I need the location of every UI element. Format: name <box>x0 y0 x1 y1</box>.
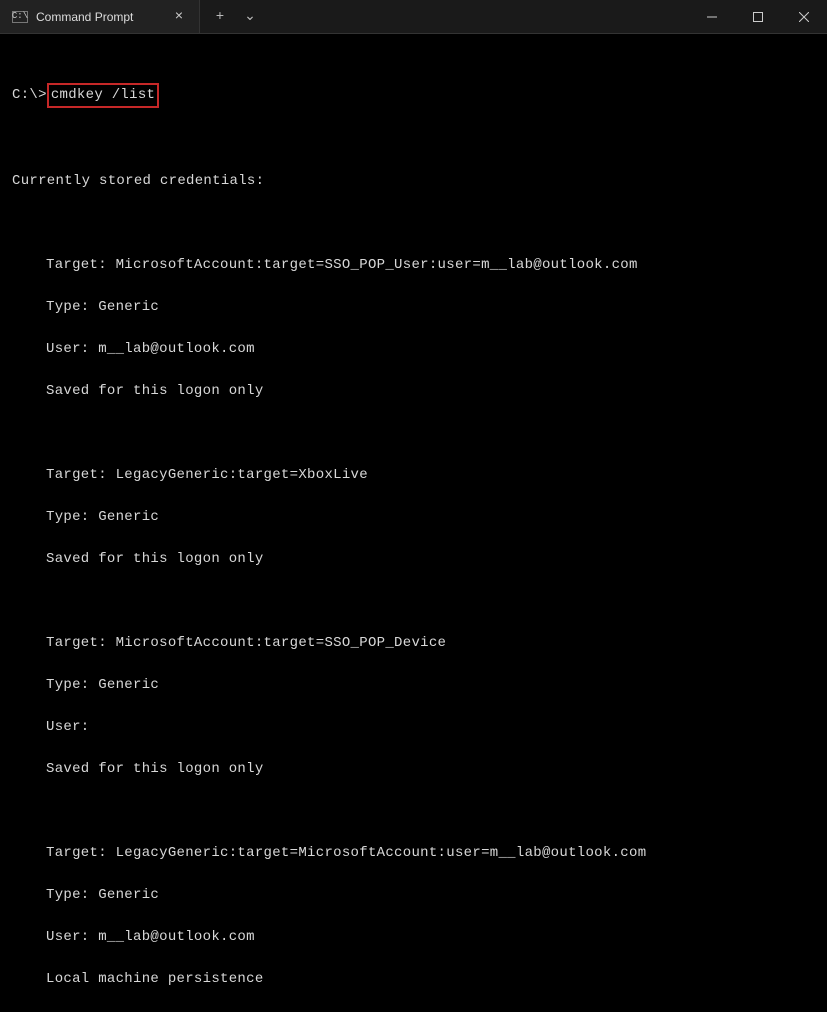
output-heading: Currently stored credentials: <box>12 171 815 192</box>
cred-user: User: m__lab@outlook.com <box>12 339 815 360</box>
tab-actions: + ⌄ <box>200 0 270 33</box>
cred-target: Target: LegacyGeneric:target=MicrosoftAc… <box>12 843 815 864</box>
tab-dropdown-button[interactable]: ⌄ <box>236 3 264 31</box>
cred-persist: Saved for this logon only <box>12 381 815 402</box>
close-window-button[interactable] <box>781 0 827 34</box>
maximize-button[interactable] <box>735 0 781 34</box>
close-tab-button[interactable]: × <box>171 9 187 25</box>
cred-persist: Saved for this logon only <box>12 759 815 780</box>
tab-command-prompt[interactable]: C:\ Command Prompt × <box>0 0 200 33</box>
minimize-button[interactable] <box>689 0 735 34</box>
cred-type: Type: Generic <box>12 675 815 696</box>
cred-target: Target: MicrosoftAccount:target=SSO_POP_… <box>12 633 815 654</box>
window-controls <box>689 0 827 33</box>
cred-user: User: <box>12 717 815 738</box>
new-tab-button[interactable]: + <box>206 3 234 31</box>
minimize-icon <box>707 12 717 22</box>
cred-type: Type: Generic <box>12 297 815 318</box>
cred-type: Type: Generic <box>12 885 815 906</box>
cred-persist: Local machine persistence <box>12 969 815 990</box>
cred-user: User: m__lab@outlook.com <box>12 927 815 948</box>
prompt-line: C:\>cmdkey /list <box>12 83 815 108</box>
tab-title: Command Prompt <box>36 10 163 24</box>
cred-type: Type: Generic <box>12 507 815 528</box>
terminal-icon: C:\ <box>12 11 28 23</box>
close-icon <box>799 12 809 22</box>
maximize-icon <box>753 12 763 22</box>
prompt-text: C:\> <box>12 85 47 106</box>
cred-persist: Saved for this logon only <box>12 549 815 570</box>
titlebar: C:\ Command Prompt × + ⌄ <box>0 0 827 34</box>
terminal-output[interactable]: C:\>cmdkey /list Currently stored creden… <box>0 34 827 1012</box>
cred-target: Target: LegacyGeneric:target=XboxLive <box>12 465 815 486</box>
command-highlight: cmdkey /list <box>47 83 159 108</box>
cred-target: Target: MicrosoftAccount:target=SSO_POP_… <box>12 255 815 276</box>
